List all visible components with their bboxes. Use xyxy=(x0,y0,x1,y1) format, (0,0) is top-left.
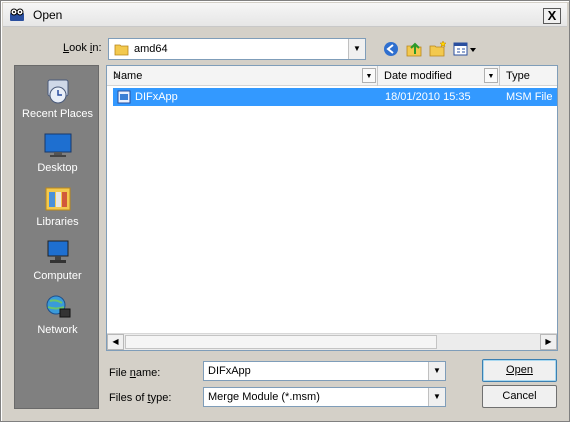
close-icon: X xyxy=(547,8,557,23)
close-button[interactable]: X xyxy=(543,8,561,24)
chevron-down-icon[interactable]: ▼ xyxy=(428,388,445,406)
column-date[interactable]: Date modified ▼ xyxy=(378,66,500,86)
column-type[interactable]: Type xyxy=(500,66,557,86)
horizontal-scrollbar[interactable]: ◀ ▶ xyxy=(107,333,557,350)
window-title: Open xyxy=(33,8,63,22)
place-label: Computer xyxy=(33,270,82,282)
scroll-left-icon[interactable]: ◀ xyxy=(107,334,124,350)
open-button-label: Open xyxy=(506,364,533,376)
chevron-down-icon[interactable]: ▼ xyxy=(348,39,365,59)
file-type-dropdown[interactable]: Merge Module (*.msm) ▼ xyxy=(203,387,446,407)
place-label: Recent Places xyxy=(22,108,93,120)
column-header: Name ▲ ▼ Date modified ▼ Type xyxy=(107,66,557,86)
up-folder-icon[interactable] xyxy=(404,40,424,58)
file-type-label: Files of type: xyxy=(109,392,172,404)
file-type-value: Merge Module (*.msm) xyxy=(208,391,320,403)
open-dialog: Open X Look in: amd64 ▼ Recent Places De… xyxy=(0,0,570,422)
folder-icon xyxy=(114,44,129,56)
file-type: MSM File xyxy=(506,91,553,103)
recent-places-icon xyxy=(47,79,68,104)
chevron-down-icon[interactable]: ▼ xyxy=(362,68,376,83)
place-label: Desktop xyxy=(37,162,78,174)
column-type-label: Type xyxy=(506,70,530,82)
scroll-right-icon[interactable]: ▶ xyxy=(540,334,557,350)
msm-file-icon xyxy=(117,90,131,104)
file-name: DIFxApp xyxy=(135,91,178,103)
file-name-combo[interactable]: DIFxApp ▼ xyxy=(203,361,446,381)
app-icon xyxy=(10,8,24,21)
scroll-thumb[interactable] xyxy=(125,335,437,349)
back-icon[interactable] xyxy=(381,40,401,58)
chevron-down-icon[interactable]: ▼ xyxy=(484,68,498,83)
column-name[interactable]: Name ▲ ▼ xyxy=(107,66,378,86)
place-recent-places[interactable]: Recent Places xyxy=(15,72,100,124)
place-label: Network xyxy=(37,324,78,336)
view-menu-icon[interactable] xyxy=(452,40,478,58)
places-bar: Recent Places Desktop Libraries Computer… xyxy=(14,65,99,409)
look-in-dropdown[interactable]: amd64 ▼ xyxy=(108,38,366,60)
chevron-down-icon[interactable]: ▼ xyxy=(428,362,445,380)
file-list[interactable]: Name ▲ ▼ Date modified ▼ Type DIFxApp 18… xyxy=(106,65,558,351)
place-desktop[interactable]: Desktop xyxy=(15,126,100,178)
computer-icon xyxy=(47,240,68,263)
place-label: Libraries xyxy=(36,216,79,228)
libraries-icon xyxy=(45,187,70,211)
look-in-label: Look in: xyxy=(63,42,102,54)
network-icon xyxy=(46,295,70,318)
place-libraries[interactable]: Libraries xyxy=(15,180,100,232)
title-bar[interactable]: Open X xyxy=(3,3,567,27)
file-row[interactable]: DIFxApp 18/01/2010 15:35 MSM File xyxy=(113,88,557,106)
place-computer[interactable]: Computer xyxy=(15,234,100,286)
cancel-button-label: Cancel xyxy=(502,390,537,402)
sort-ascending-icon: ▲ xyxy=(113,70,122,80)
new-folder-icon[interactable] xyxy=(428,40,448,58)
place-network[interactable]: Network xyxy=(15,288,100,340)
file-name-label: File name: xyxy=(109,367,161,379)
open-button[interactable]: Open xyxy=(482,359,557,382)
desktop-icon xyxy=(44,133,71,157)
cancel-button[interactable]: Cancel xyxy=(482,385,557,408)
look-in-value: amd64 xyxy=(134,43,168,55)
column-date-label: Date modified xyxy=(384,70,452,82)
file-date: 18/01/2010 15:35 xyxy=(385,91,471,103)
file-name-value: DIFxApp xyxy=(208,365,251,377)
